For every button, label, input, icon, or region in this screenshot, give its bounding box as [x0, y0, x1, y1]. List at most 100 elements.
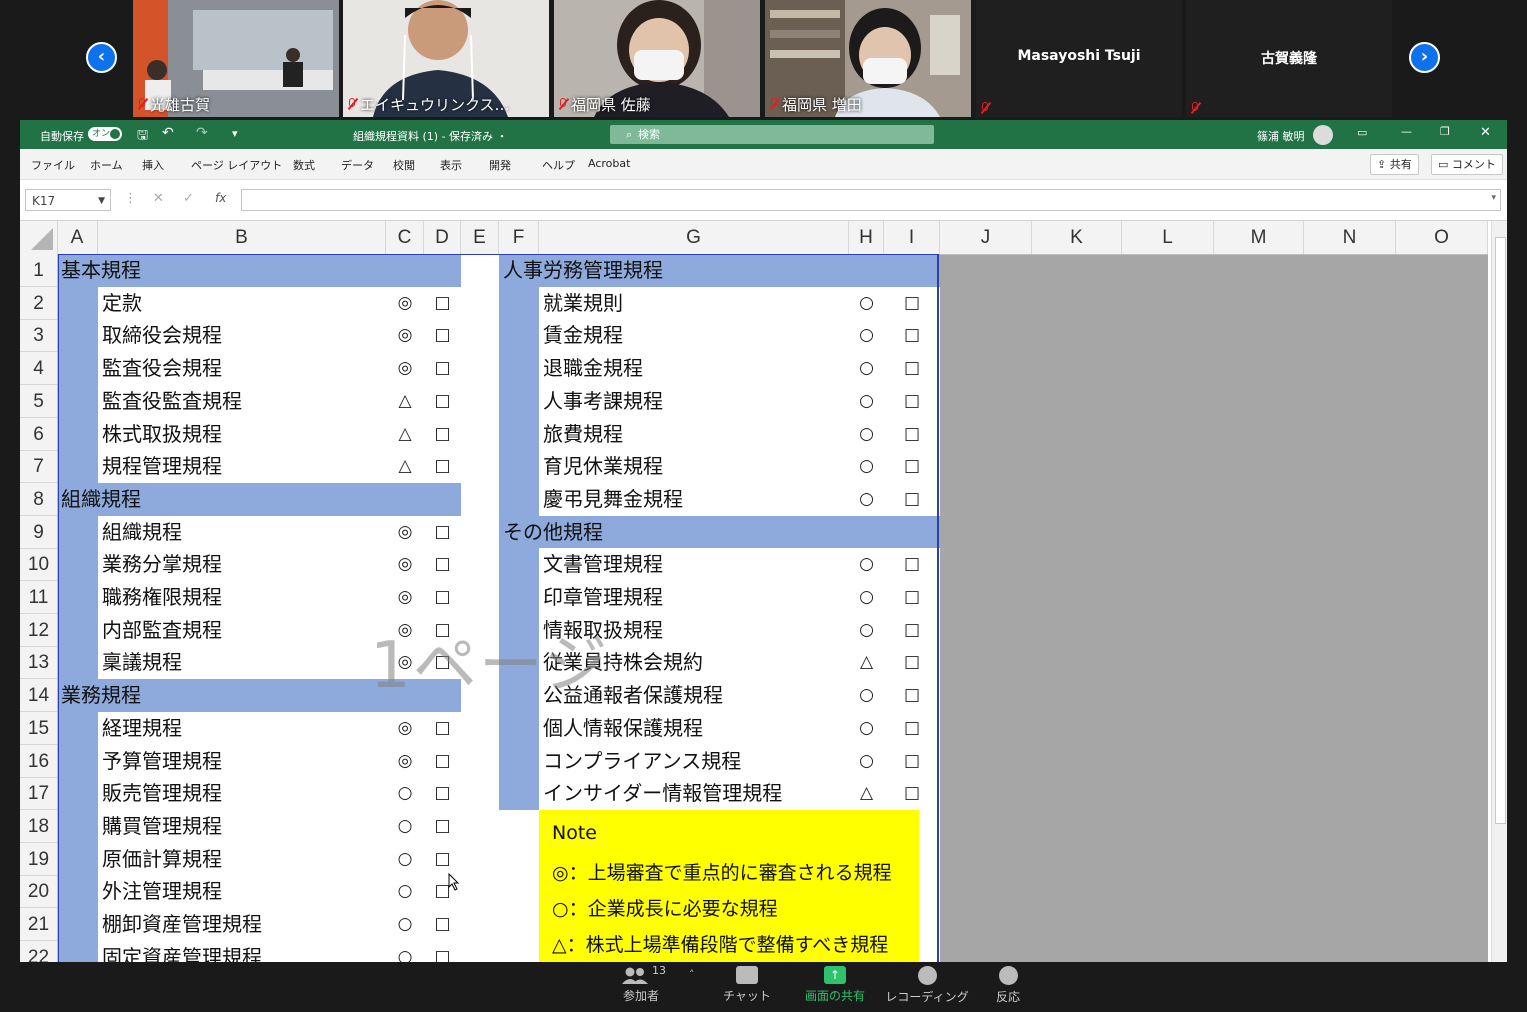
row-header[interactable]: 2	[20, 287, 57, 320]
name-box[interactable]: K17 ▼	[25, 189, 111, 211]
column-header[interactable]: F	[499, 221, 539, 254]
enter-icon[interactable]: ✓	[183, 191, 194, 206]
column-header[interactable]: O	[1396, 221, 1488, 254]
row-header[interactable]: 6	[20, 418, 57, 451]
checkbox-mark: □	[434, 358, 451, 379]
row-header[interactable]: 9	[20, 516, 57, 549]
reactions-button[interactable]: 反応	[963, 966, 1053, 1005]
checkbox-mark: □	[903, 358, 921, 379]
column-header[interactable]: H	[849, 221, 884, 254]
row-header[interactable]: 22	[20, 941, 57, 962]
row-header[interactable]: 17	[20, 777, 57, 811]
chat-button[interactable]: チャット	[702, 966, 792, 1004]
ribbon-tab[interactable]: 表示	[440, 157, 462, 173]
avatar[interactable]	[1313, 125, 1333, 145]
customize-toolbar-icon[interactable]: ▾	[232, 127, 238, 140]
column-header[interactable]: B	[98, 221, 386, 254]
table-row-name: 旅費規程	[543, 421, 623, 446]
priority-mark: ○	[397, 946, 413, 962]
row-header[interactable]: 5	[20, 385, 57, 418]
participant-tile[interactable]: 福岡県 佐藤	[554, 0, 760, 117]
row-header[interactable]: 1	[20, 254, 57, 287]
chevron-right-icon[interactable]: ›	[1409, 42, 1440, 73]
participant-tile[interactable]: エイキュウリンクス…	[343, 0, 549, 117]
chevron-up-icon[interactable]: ˄	[689, 968, 695, 981]
document-title[interactable]: 組織規程資料 (1) - 保存済み ・	[353, 128, 508, 144]
row-header[interactable]: 20	[20, 875, 57, 909]
table-row-name: コンプライアンス規程	[543, 748, 742, 773]
checkbox-mark: □	[903, 750, 921, 771]
minimize-icon[interactable]: —	[1401, 125, 1412, 138]
expand-icon[interactable]: ▾	[1491, 193, 1496, 203]
row-header[interactable]: 19	[20, 843, 57, 876]
table-row-name: 原価計算規程	[102, 846, 222, 871]
column-header[interactable]: M	[1214, 221, 1304, 254]
record-button[interactable]: レコーディング	[882, 966, 972, 1005]
row-header[interactable]: 16	[20, 745, 57, 778]
table-row-name: インサイダー情報管理規程	[543, 781, 783, 806]
share-screen-button[interactable]: ↑ 画面の共有	[790, 966, 880, 1004]
ribbon-tab[interactable]: 数式	[293, 157, 315, 173]
row-header[interactable]: 11	[20, 581, 57, 614]
cancel-icon[interactable]: ✕	[153, 191, 164, 206]
row-header[interactable]: 10	[20, 548, 57, 582]
row-header[interactable]: 14	[20, 679, 57, 713]
insert-function-icon[interactable]: fx	[215, 191, 226, 205]
row-header[interactable]: 4	[20, 352, 57, 386]
row-headers: 1 2 3 4 5 6 7 8 9 10 11 12 13 14 15 16 17 18 19 20 21 22	[20, 254, 58, 962]
row-header[interactable]: 21	[20, 908, 57, 941]
column-header[interactable]: J	[940, 221, 1032, 254]
scrollbar-thumb[interactable]	[1495, 237, 1506, 824]
ribbon-tab[interactable]: データ	[341, 157, 374, 173]
search-input[interactable]: ⌕ 検索	[610, 125, 934, 144]
row-header[interactable]: 18	[20, 810, 57, 843]
restore-icon[interactable]: ❐	[1440, 125, 1450, 138]
ribbon-tab[interactable]: Acrobat	[588, 157, 630, 170]
row-header[interactable]: 7	[20, 450, 57, 484]
formula-input[interactable]: ▾	[241, 189, 1501, 211]
close-icon[interactable]: ✕	[1480, 125, 1491, 140]
column-header[interactable]: E	[461, 221, 499, 254]
table-row-name: 個人情報保護規程	[543, 715, 703, 740]
ribbon-tab[interactable]: ページ レイアウト	[191, 157, 282, 173]
undo-icon[interactable]: ↶	[162, 125, 174, 141]
ribbon-tab[interactable]: 校閲	[393, 157, 415, 173]
participant-tile[interactable]: 光雄古賀	[133, 0, 339, 117]
save-icon[interactable]: 🖫	[137, 126, 148, 148]
column-header[interactable]: D	[424, 221, 461, 254]
column-header[interactable]: A	[57, 221, 98, 254]
comment-button[interactable]: ▭ コメント	[1431, 154, 1503, 175]
ribbon-tab[interactable]: 挿入	[142, 157, 164, 173]
ribbon-tab[interactable]: ファイル	[31, 157, 75, 173]
participant-tile[interactable]: Masayoshi Tsuji	[976, 0, 1182, 117]
column-header[interactable]: I	[884, 221, 940, 254]
column-header[interactable]: C	[386, 221, 424, 254]
row-header[interactable]: 15	[20, 712, 57, 745]
worksheet-grid[interactable]: ABCDEFGHIJKLMNO 1 2 3 4 5 6 7 8 9 10 11 12 13 14 15 16 1…	[20, 221, 1507, 962]
row-header[interactable]: 13	[20, 646, 57, 680]
ribbon-display-icon[interactable]: ▭	[1357, 126, 1367, 139]
column-header[interactable]: K	[1032, 221, 1122, 254]
row-header[interactable]: 12	[20, 614, 57, 647]
ribbon-tab[interactable]: ホーム	[90, 157, 123, 173]
table-row-name: 文書管理規程	[543, 552, 663, 577]
ribbon-tab[interactable]: 開発	[489, 157, 511, 173]
participant-strip: ‹ › 光雄古賀 エイキュウリンクス… 福岡県 佐藤 福岡県 増田 Masayo…	[0, 0, 1527, 120]
ribbon-tab[interactable]: ヘルプ	[542, 157, 575, 173]
autosave-toggle[interactable]: オン	[88, 127, 122, 141]
row-header[interactable]: 8	[20, 483, 57, 516]
chevron-left-icon[interactable]: ‹	[86, 42, 117, 73]
priority-mark: △	[398, 423, 412, 444]
participants-button[interactable]: 13 参加者	[596, 964, 686, 1004]
participant-tile[interactable]: 福岡県 増田	[765, 0, 971, 117]
row-header[interactable]: 3	[20, 319, 57, 353]
select-all-button[interactable]	[20, 221, 58, 254]
redo-icon[interactable]: ↷	[196, 125, 208, 141]
column-header[interactable]: L	[1122, 221, 1214, 254]
share-button[interactable]: ⇪ 共有	[1370, 154, 1419, 175]
vertical-scrollbar[interactable]	[1491, 221, 1507, 962]
participant-tile[interactable]: 古賀義隆	[1186, 0, 1392, 117]
column-header[interactable]: N	[1304, 221, 1396, 254]
column-header[interactable]: G	[539, 221, 849, 254]
priority-mark: ○	[859, 488, 874, 509]
